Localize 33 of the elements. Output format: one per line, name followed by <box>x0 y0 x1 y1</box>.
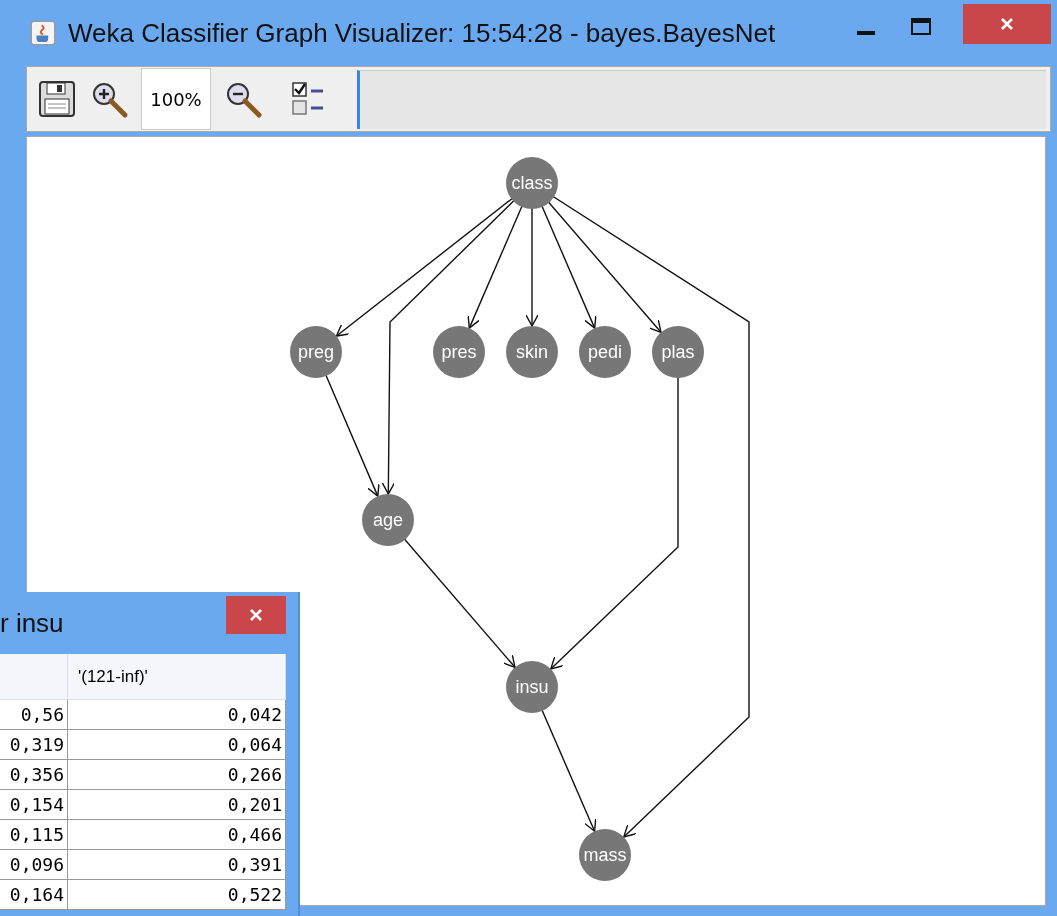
table-cell: 0,042 <box>68 700 286 730</box>
close-icon <box>248 607 264 623</box>
graph-node[interactable]: age <box>362 494 414 546</box>
table-cell: 0,391 <box>68 850 286 880</box>
table-cell: 0,201 <box>68 790 286 820</box>
graph-node[interactable]: pedi <box>579 326 631 378</box>
window-title: Weka Classifier Graph Visualizer: 15:54:28 - bayes.BayesNet <box>68 17 776 49</box>
table-cell: 0,522 <box>68 880 286 910</box>
graph-node[interactable]: insu <box>506 661 558 713</box>
table-cell: 0,319 <box>0 730 68 760</box>
zoom-field[interactable]: 100% <box>141 68 211 130</box>
table-cell: 0,356 <box>0 760 68 790</box>
close-button[interactable] <box>226 596 286 634</box>
column-header[interactable]: '(121-inf)' <box>68 654 286 700</box>
graph-node[interactable]: preg <box>290 326 342 378</box>
window-title: r insu <box>0 607 64 639</box>
graph-node[interactable]: mass <box>579 829 631 881</box>
graph-node[interactable]: pres <box>433 326 485 378</box>
table-cell: 0,096 <box>0 850 68 880</box>
graph-node[interactable]: skin <box>506 326 558 378</box>
table-cell: 0,466 <box>68 820 286 850</box>
graph-node[interactable]: class <box>506 157 558 209</box>
save-icon[interactable] <box>37 79 77 119</box>
graph-node[interactable]: plas <box>652 326 704 378</box>
table-cell: 0,064 <box>68 730 286 760</box>
table-cell: 0,164 <box>0 880 68 910</box>
close-icon <box>999 16 1015 32</box>
maximize-icon[interactable] <box>911 17 931 35</box>
table-cell: 0,266 <box>68 760 286 790</box>
table-cell: 0,154 <box>0 790 68 820</box>
table-cell: 0,115 <box>0 820 68 850</box>
cup-icon <box>30 20 56 46</box>
table-cell: 0,56 <box>0 700 68 730</box>
